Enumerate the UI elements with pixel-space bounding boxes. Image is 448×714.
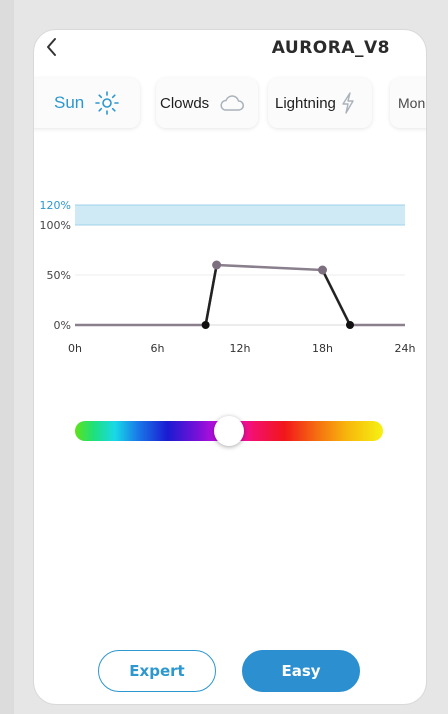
x-tick-label: 24h — [395, 342, 416, 355]
overdrive-band — [75, 205, 405, 225]
chevron-left-icon — [47, 38, 56, 56]
curve-point-base[interactable] — [201, 321, 210, 329]
x-tick-label: 0h — [68, 342, 82, 355]
scene-tabs: Sun Clowds Lightning Mon — [34, 74, 426, 134]
tab-label-lightning: Lightning — [275, 94, 336, 112]
x-tick-label: 18h — [312, 342, 333, 355]
lightning-icon — [340, 92, 356, 114]
y-tick-label: 120% — [40, 199, 71, 212]
x-tick-label: 6h — [151, 342, 165, 355]
curve-point-base[interactable] — [346, 321, 354, 329]
tab-label-clowds: Clowds — [160, 94, 210, 112]
tab-label-sun: Sun — [54, 93, 85, 112]
y-tick-label: 100% — [40, 219, 71, 232]
tab-sun[interactable]: Sun — [34, 78, 140, 128]
tab-mon[interactable]: Mon — [390, 78, 426, 128]
curve-point-peak[interactable] — [212, 260, 222, 270]
tab-lightning[interactable]: Lightning — [268, 78, 372, 128]
tab-clowds[interactable]: Clowds — [156, 78, 258, 128]
schedule-chart[interactable]: 0% 50% 100% 120% 0h 6h 12h 18h 24h — [34, 160, 426, 370]
y-tick-label: 0% — [54, 319, 71, 332]
cloud-icon — [219, 93, 245, 113]
back-button[interactable] — [40, 34, 64, 60]
app-screen: AURORA_V8 Sun Clowds Lightning Mon 0% 50… — [34, 30, 426, 704]
color-slider-knob[interactable] — [214, 416, 244, 446]
curve-edge — [204, 264, 218, 326]
tab-label-mon: Mon — [398, 95, 426, 111]
x-tick-label: 12h — [230, 342, 251, 355]
curve-point-peak[interactable] — [318, 265, 327, 275]
device-title: AURORA_V8 — [271, 38, 390, 58]
easy-button[interactable]: Easy — [242, 650, 360, 692]
y-tick-label: 50% — [47, 269, 71, 282]
expert-button[interactable]: Expert — [98, 650, 216, 692]
device-frame-edge — [0, 0, 14, 714]
curve-edge — [321, 269, 352, 326]
color-slider[interactable] — [75, 416, 383, 446]
sun-icon — [94, 90, 120, 116]
intensity-curve[interactable] — [75, 263, 405, 327]
